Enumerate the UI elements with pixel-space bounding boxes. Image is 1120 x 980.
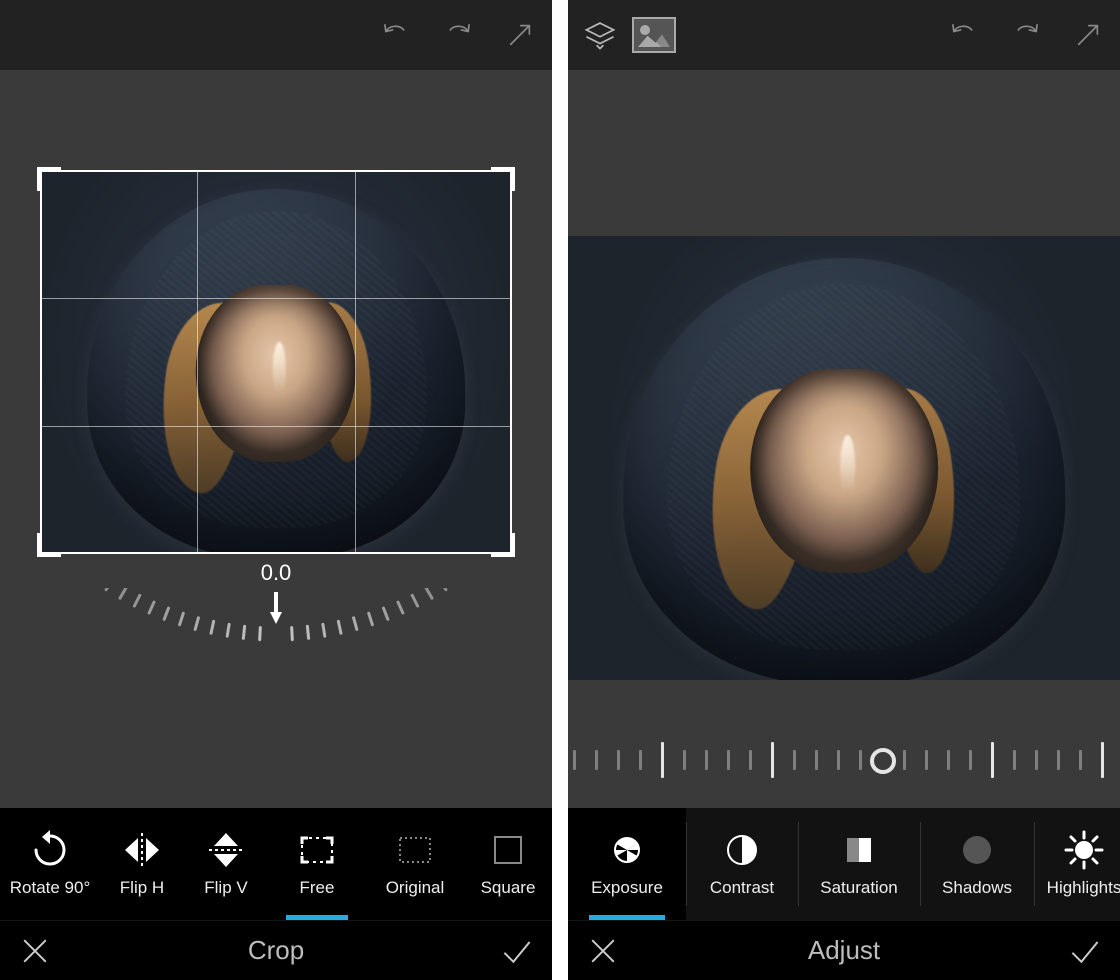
crop-border — [40, 170, 512, 554]
crop-handle-bl[interactable] — [37, 533, 61, 557]
tool-label: Contrast — [710, 878, 774, 898]
screen-title: Crop — [60, 935, 492, 966]
bottombar-crop: Crop — [0, 920, 552, 980]
undo-button[interactable] — [942, 13, 986, 57]
saturation-icon — [839, 830, 879, 870]
crop-screen: 0.0 Rotate 90° Flip H — [0, 0, 552, 980]
compare-original-button[interactable] — [632, 17, 676, 53]
tool-rotate-90[interactable]: Rotate 90° — [0, 808, 100, 920]
tool-aspect-free[interactable]: Free — [268, 808, 366, 920]
screen-title: Adjust — [628, 935, 1060, 966]
photo-preview — [568, 236, 1120, 680]
tool-label: Rotate 90° — [10, 878, 91, 898]
shadows-icon — [957, 830, 997, 870]
adjust-toolstrip: Exposure Contrast Saturation Shadows — [568, 808, 1120, 920]
aspect-free-icon — [297, 830, 337, 870]
cancel-button[interactable] — [578, 926, 628, 976]
crop-frame[interactable] — [40, 170, 512, 554]
cancel-button[interactable] — [10, 926, 60, 976]
tool-label: Free — [300, 878, 335, 898]
undo-button[interactable] — [374, 13, 418, 57]
fullscreen-button[interactable] — [1066, 13, 1110, 57]
confirm-button[interactable] — [1060, 926, 1110, 976]
rotation-value: 0.0 — [261, 560, 292, 586]
tool-exposure[interactable]: Exposure — [568, 808, 686, 920]
tool-contrast[interactable]: Contrast — [686, 808, 798, 920]
aspect-square-icon — [488, 830, 528, 870]
crop-toolstrip: Rotate 90° Flip H Flip V Free — [0, 808, 552, 920]
tool-label: Saturation — [820, 878, 898, 898]
tool-flip-h[interactable]: Flip H — [100, 808, 184, 920]
tool-flip-v[interactable]: Flip V — [184, 808, 268, 920]
rotate-90-icon — [30, 830, 70, 870]
rotation-dial-arc-icon — [56, 588, 496, 718]
contrast-icon — [722, 830, 762, 870]
tool-saturation[interactable]: Saturation — [798, 808, 920, 920]
tool-label: Flip V — [204, 878, 247, 898]
adjust-slider[interactable] — [568, 730, 1120, 790]
flip-v-icon — [206, 830, 246, 870]
tool-label: Shadows — [942, 878, 1012, 898]
flip-h-icon — [122, 830, 162, 870]
crop-handle-br[interactable] — [491, 533, 515, 557]
layers-button[interactable] — [578, 13, 622, 57]
rotation-dial[interactable]: 0.0 — [0, 560, 552, 718]
bottombar-adjust: Adjust — [568, 920, 1120, 980]
tool-aspect-original[interactable]: Original — [366, 808, 464, 920]
tool-label: Highlights — [1047, 878, 1120, 898]
adjust-screen: Exposure Contrast Saturation Shadows — [568, 0, 1120, 980]
tool-label: Exposure — [591, 878, 663, 898]
tool-highlights[interactable]: Highlights — [1034, 808, 1120, 920]
tool-label: Original — [386, 878, 445, 898]
crop-handle-tr[interactable] — [491, 167, 515, 191]
tool-shadows[interactable]: Shadows — [920, 808, 1034, 920]
topbar-crop — [0, 0, 552, 70]
topbar-adjust — [568, 0, 1120, 70]
confirm-button[interactable] — [492, 926, 542, 976]
tool-label: Flip H — [120, 878, 164, 898]
crop-canvas[interactable]: 0.0 — [0, 70, 552, 808]
highlights-icon — [1064, 830, 1104, 870]
crop-handle-tl[interactable] — [37, 167, 61, 191]
redo-button[interactable] — [1004, 13, 1048, 57]
tool-label: Square — [481, 878, 536, 898]
aspect-original-icon — [395, 830, 435, 870]
exposure-icon — [607, 830, 647, 870]
adjust-canvas[interactable] — [568, 70, 1120, 808]
fullscreen-button[interactable] — [498, 13, 542, 57]
tool-aspect-square[interactable]: Square — [464, 808, 552, 920]
redo-button[interactable] — [436, 13, 480, 57]
